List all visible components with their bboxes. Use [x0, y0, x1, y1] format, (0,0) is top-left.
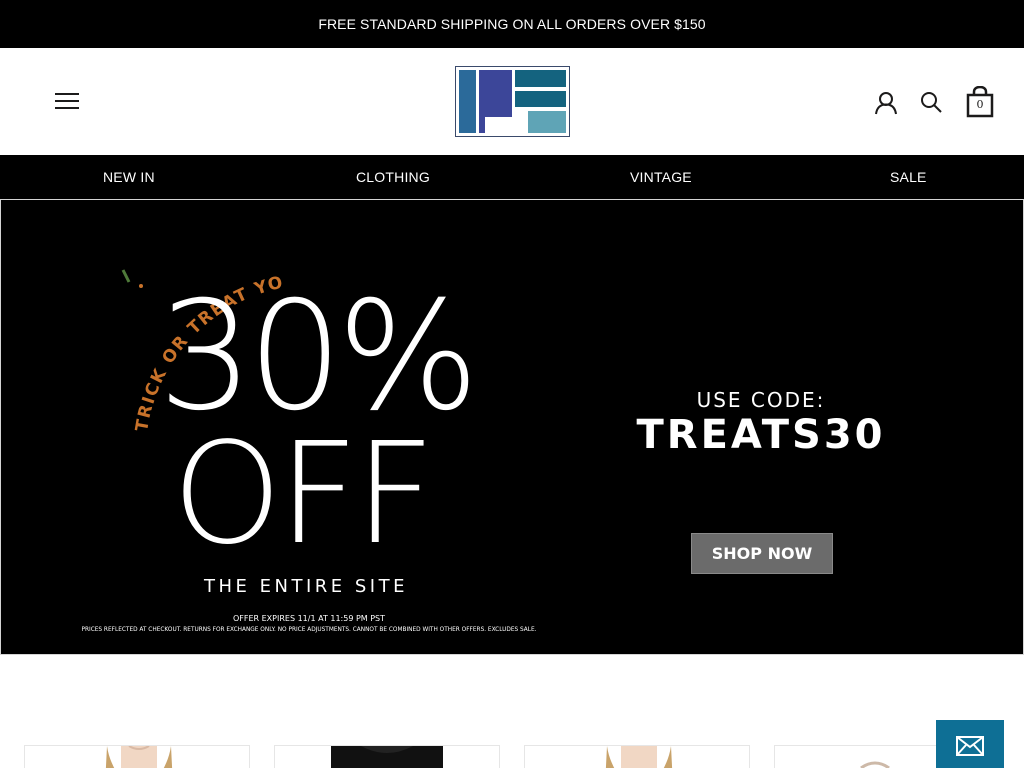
nav-item-sale[interactable]: SALE: [890, 155, 927, 199]
shopping-bag-icon[interactable]: 0: [966, 85, 994, 118]
announcement-bar: FREE STANDARD SHIPPING ON ALL ORDERS OVE…: [0, 0, 1024, 48]
product-card[interactable]: [274, 745, 500, 768]
hamburger-menu-icon[interactable]: [55, 93, 79, 111]
main-navigation: NEW IN CLOTHING VINTAGE SALE: [0, 155, 1024, 199]
cart-count: 0: [976, 98, 984, 111]
nav-item-clothing[interactable]: CLOTHING: [356, 155, 430, 199]
site-logo[interactable]: [455, 66, 570, 137]
newsletter-button[interactable]: [936, 720, 1004, 768]
hero-off-text: OFF: [172, 413, 435, 576]
logo-mark: [459, 70, 566, 133]
hero-discount-percent: 30%: [158, 270, 479, 444]
hero-fine-print: PRICES REFLECTED AT CHECKOUT. RETURNS FO…: [81, 627, 537, 633]
shop-now-button[interactable]: SHOP NOW: [691, 533, 833, 574]
product-image: [605, 746, 673, 768]
hero-promo-code: TREATS30: [636, 412, 886, 458]
site-header: 0: [0, 48, 1024, 155]
announcement-text: FREE STANDARD SHIPPING ON ALL ORDERS OVE…: [318, 16, 706, 32]
hero-expiry: OFFER EXPIRES 11/1 AT 11:59 PM PST: [232, 614, 386, 623]
hero-subtitle: THE ENTIRE SITE: [204, 576, 408, 597]
product-card[interactable]: [24, 745, 250, 768]
user-account-icon[interactable]: [874, 91, 898, 115]
nav-item-vintage[interactable]: VINTAGE: [630, 155, 692, 199]
envelope-icon: [956, 736, 984, 756]
product-image: [331, 746, 443, 768]
product-card[interactable]: [524, 745, 750, 768]
hero-use-code-label: USE CODE:: [696, 388, 826, 412]
product-image: [105, 746, 173, 768]
search-icon[interactable]: [920, 91, 942, 113]
nav-item-new-in[interactable]: NEW IN: [103, 155, 155, 199]
